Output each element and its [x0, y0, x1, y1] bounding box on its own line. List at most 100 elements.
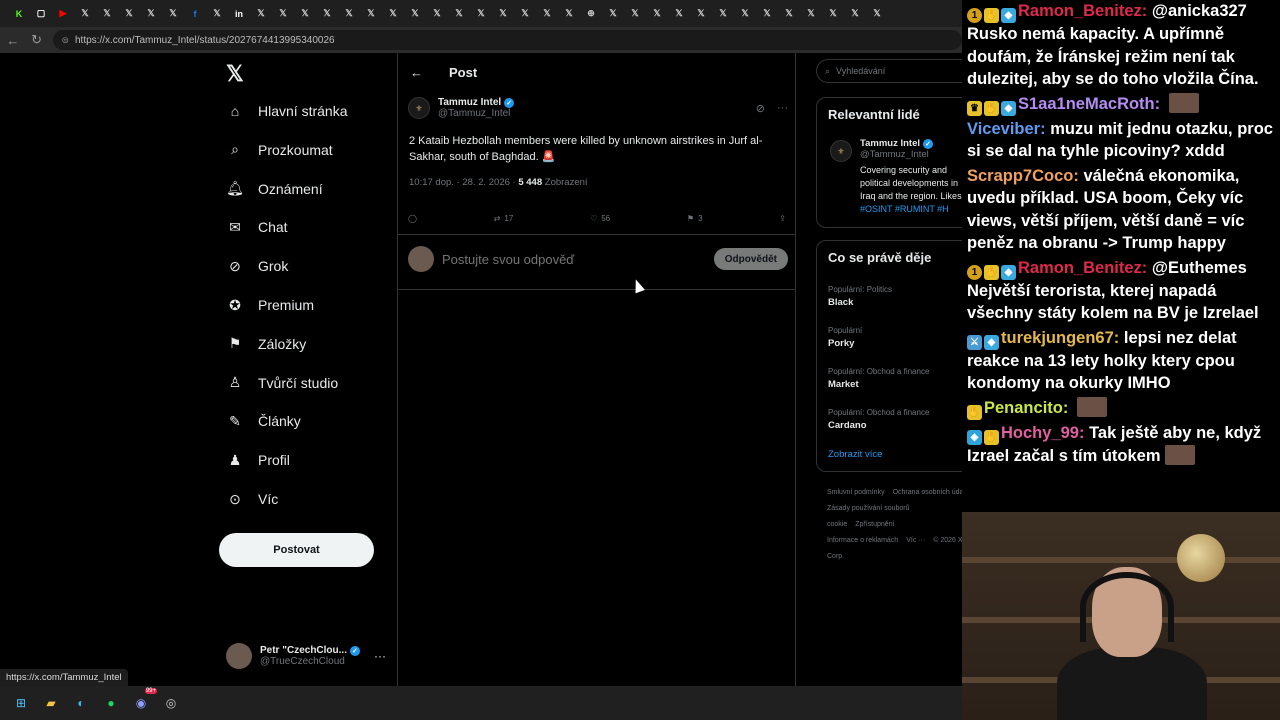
chat-username[interactable]: Hochy_99: [1001, 424, 1079, 442]
chat-username[interactable]: turekjungen67: [1001, 329, 1114, 347]
browser-tab[interactable]: 𝕏: [756, 3, 778, 25]
nav-item-articles[interactable]: ✎ Články: [226, 406, 301, 436]
browser-tab[interactable]: 𝕏: [470, 3, 492, 25]
author-name[interactable]: Tammuz Intel: [438, 97, 501, 108]
edge-icon[interactable]: ◐: [71, 693, 91, 713]
author-avatar[interactable]: ⚜: [408, 97, 430, 119]
nav-item-chat[interactable]: ✉ Chat: [226, 212, 287, 242]
browser-tab[interactable]: 𝕏: [426, 3, 448, 25]
person-handle[interactable]: @Tammuz_Intel: [860, 149, 962, 160]
like-action[interactable]: ♡ 56: [590, 214, 610, 223]
footer-link[interactable]: Smluvní podmínky: [827, 489, 885, 496]
author-avatar[interactable]: ⚜: [830, 140, 852, 162]
trend-item[interactable]: Populární: Politics Black: [828, 285, 892, 308]
trend-item[interactable]: Populární Porky: [828, 326, 862, 349]
trend-item[interactable]: Populární: Obchod a finance Cardano: [828, 408, 929, 431]
browser-tab[interactable]: 𝕏: [536, 3, 558, 25]
nav-item-explore[interactable]: ⌕ Prozkoumat: [226, 135, 333, 165]
chat-username[interactable]: Ramon_Benitez: [1018, 2, 1142, 20]
post-button[interactable]: Postovat: [219, 533, 374, 567]
footer-link[interactable]: Informace o reklamách: [827, 537, 898, 544]
folder-icon[interactable]: ▰: [41, 693, 61, 713]
browser-tab[interactable]: 𝕏: [558, 3, 580, 25]
windows-icon[interactable]: ⊞: [11, 693, 31, 713]
show-more-link[interactable]: Zobrazit více: [828, 449, 882, 460]
browser-tab[interactable]: 𝕏: [448, 3, 470, 25]
search-input[interactable]: ⌕ Vyhledávání: [816, 59, 962, 83]
retweet-action[interactable]: ⇄ 17: [494, 214, 514, 223]
nav-item-bookmarks[interactable]: ⚑ Záložky: [226, 329, 307, 359]
discord-icon[interactable]: ◉ 99+: [131, 688, 157, 713]
trend-item[interactable]: Populární: Obchod a finance Market: [828, 367, 929, 390]
nav-item-notifications[interactable]: 🔔︎ Oznámení: [226, 174, 322, 204]
more-icon[interactable]: ···: [374, 649, 386, 663]
browser-tab[interactable]: 𝕏: [404, 3, 426, 25]
browser-tab[interactable]: 𝕏: [624, 3, 646, 25]
browser-tab[interactable]: ▢: [30, 3, 52, 25]
browser-tab[interactable]: 𝕏: [492, 3, 514, 25]
nav-item-more[interactable]: ⊙ Víc: [226, 484, 278, 514]
x-logo-icon[interactable]: 𝕏: [226, 61, 244, 87]
browser-tab[interactable]: 𝕏: [382, 3, 404, 25]
browser-tab[interactable]: 𝕏: [690, 3, 712, 25]
nav-item-profile[interactable]: ♟ Profil: [226, 445, 290, 475]
browser-tab[interactable]: f: [184, 3, 206, 25]
browser-tab[interactable]: 𝕏: [646, 3, 668, 25]
more-icon[interactable]: ···: [777, 102, 788, 115]
browser-tab[interactable]: 𝕏: [800, 3, 822, 25]
back-icon[interactable]: ←: [2, 29, 24, 51]
browser-tab[interactable]: 𝕏: [734, 3, 756, 25]
back-arrow-icon[interactable]: ←: [410, 65, 423, 80]
nav-item-premium[interactable]: ✪ Premium: [226, 290, 314, 320]
url-field[interactable]: ⊜ https://x.com/Tammuz_Intel/status/2027…: [53, 30, 962, 50]
browser-tab[interactable]: 𝕏: [96, 3, 118, 25]
browser-tab[interactable]: 𝕏: [866, 3, 888, 25]
footer-link[interactable]: Víc ···: [906, 537, 925, 544]
chat-username[interactable]: Ramon_Benitez: [1018, 259, 1142, 277]
browser-tab[interactable]: 𝕏: [602, 3, 624, 25]
reload-icon[interactable]: ↻: [26, 29, 48, 51]
chat-username[interactable]: Scrapp7Coco: [967, 167, 1073, 185]
grok-icon[interactable]: ⊘: [756, 102, 765, 115]
browser-tab[interactable]: 𝕏: [118, 3, 140, 25]
browser-tab[interactable]: 𝕏: [250, 3, 272, 25]
browser-tab[interactable]: ▶: [52, 3, 74, 25]
person-name[interactable]: Tammuz Intel: [860, 138, 920, 149]
tweet-time[interactable]: 10:17 dop. · 28. 2. 2026 ·: [409, 177, 518, 188]
browser-tab[interactable]: 𝕏: [778, 3, 800, 25]
reply-button[interactable]: Odpovědět: [713, 248, 788, 270]
browser-tab[interactable]: 𝕏: [712, 3, 734, 25]
account-switcher[interactable]: Petr "CzechClou... ✓ @TrueCzechCloud ···: [226, 639, 386, 673]
browser-tab[interactable]: 𝕏: [360, 3, 382, 25]
reply-action[interactable]: ◯: [408, 214, 417, 223]
browser-tab[interactable]: 𝕏: [140, 3, 162, 25]
spotify-icon[interactable]: ●: [101, 693, 121, 713]
chat-username[interactable]: Penancito: [984, 399, 1063, 417]
browser-tab[interactable]: in: [228, 3, 250, 25]
browser-tab[interactable]: 𝕏: [206, 3, 228, 25]
browser-tab[interactable]: 𝕏: [338, 3, 360, 25]
browser-tab[interactable]: 𝕏: [272, 3, 294, 25]
browser-tab[interactable]: 𝕏: [822, 3, 844, 25]
bookmark-action[interactable]: ⚑ 3: [687, 214, 703, 223]
reply-input[interactable]: [442, 251, 692, 267]
browser-tab[interactable]: 𝕏: [74, 3, 96, 25]
chat-username[interactable]: S1aa1neMacRoth: [1018, 95, 1155, 113]
browser-tab[interactable]: 𝕏: [316, 3, 338, 25]
nav-item-creator-studio[interactable]: ♙ Tvůrčí studio: [226, 368, 338, 398]
nav-item-grok[interactable]: ⊘ Grok: [226, 251, 288, 281]
browser-tab[interactable]: 𝕏: [844, 3, 866, 25]
browser-tab[interactable]: 𝕏: [668, 3, 690, 25]
browser-tab[interactable]: 𝕏: [162, 3, 184, 25]
person-tags[interactable]: #OSINT #RUMINT #H: [860, 203, 962, 216]
footer-link[interactable]: Zpřístupnění: [855, 521, 894, 528]
author-handle[interactable]: @Tammuz_Intel: [438, 108, 514, 119]
chat-username[interactable]: Viceviber: [967, 120, 1040, 138]
browser-tab[interactable]: K: [8, 3, 30, 25]
browser-tab[interactable]: 𝕏: [514, 3, 536, 25]
share-action[interactable]: ⇪: [779, 214, 786, 223]
browser-tab[interactable]: ⊕: [580, 3, 602, 25]
footer-link[interactable]: Ochrana osobních údajů: [893, 489, 962, 496]
site-info-icon[interactable]: ⊜: [61, 35, 69, 46]
nav-item-home[interactable]: ⌂ Hlavní stránka: [226, 96, 348, 126]
